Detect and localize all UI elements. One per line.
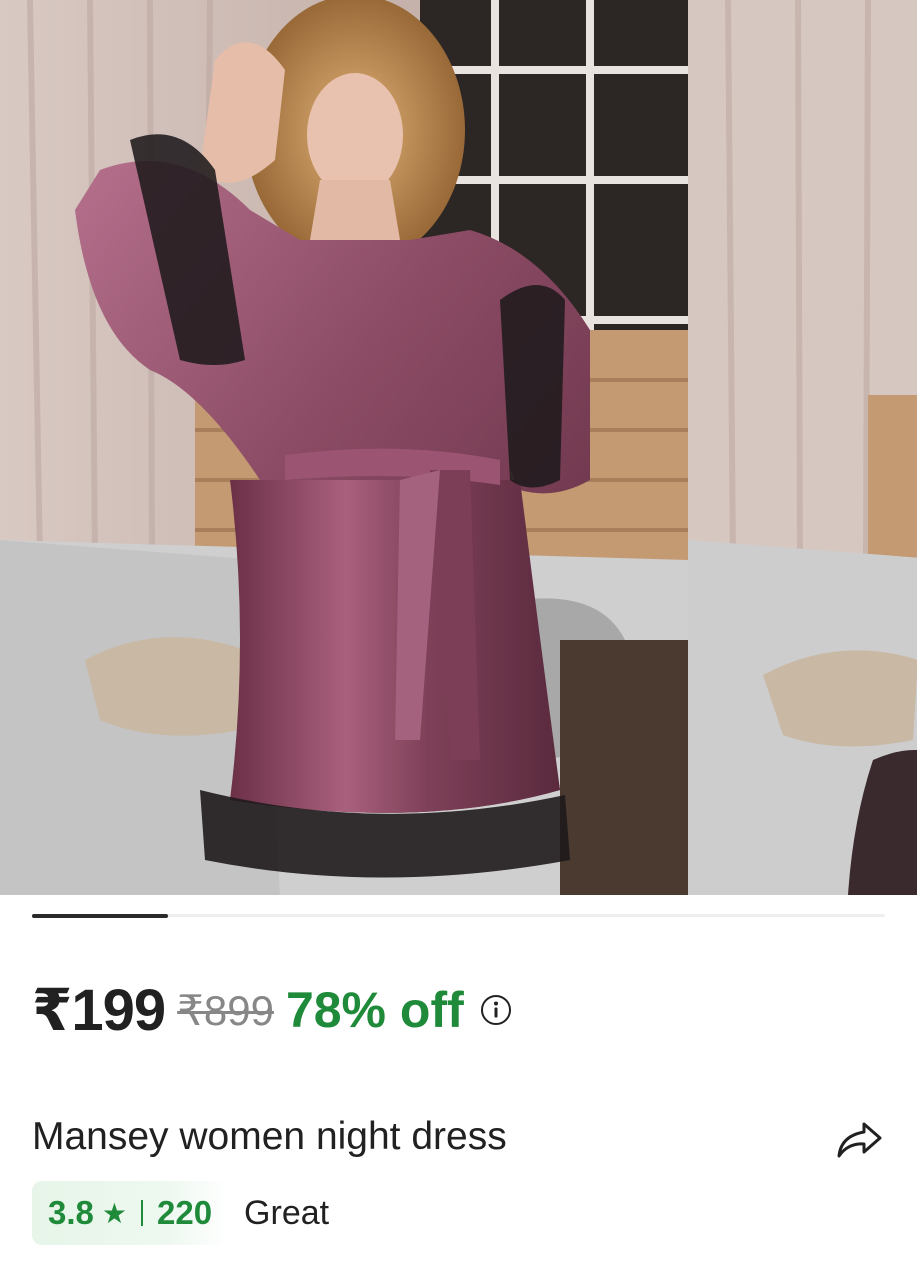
rating-label: Great: [244, 1193, 330, 1232]
original-price: ₹899: [177, 986, 274, 1034]
carousel-progress-indicator: [32, 913, 169, 918]
carousel-progress-track: [32, 913, 885, 918]
star-icon: ★: [101, 1197, 127, 1229]
discount-percent: 78% off: [285, 982, 464, 1038]
product-photo: [0, 0, 688, 895]
rating-divider: [140, 1200, 143, 1226]
product-image-main[interactable]: [0, 0, 688, 895]
next-product-photo: [688, 0, 917, 895]
product-title: Mansey women night dress: [32, 1115, 507, 1158]
info-icon[interactable]: [480, 994, 512, 1026]
rating-count: 220: [156, 1194, 213, 1231]
product-image-next[interactable]: [688, 0, 917, 895]
share-icon[interactable]: [834, 1118, 884, 1162]
rating-badge[interactable]: 3.8 ★ 220: [32, 1181, 229, 1245]
rating-row: 3.8 ★ 220 Great: [32, 1181, 329, 1245]
rating-value: 3.8: [48, 1194, 94, 1231]
product-image-carousel[interactable]: [0, 0, 917, 895]
selling-price: ₹199: [32, 978, 166, 1043]
price-row: ₹199 ₹899 78% off: [32, 975, 512, 1045]
